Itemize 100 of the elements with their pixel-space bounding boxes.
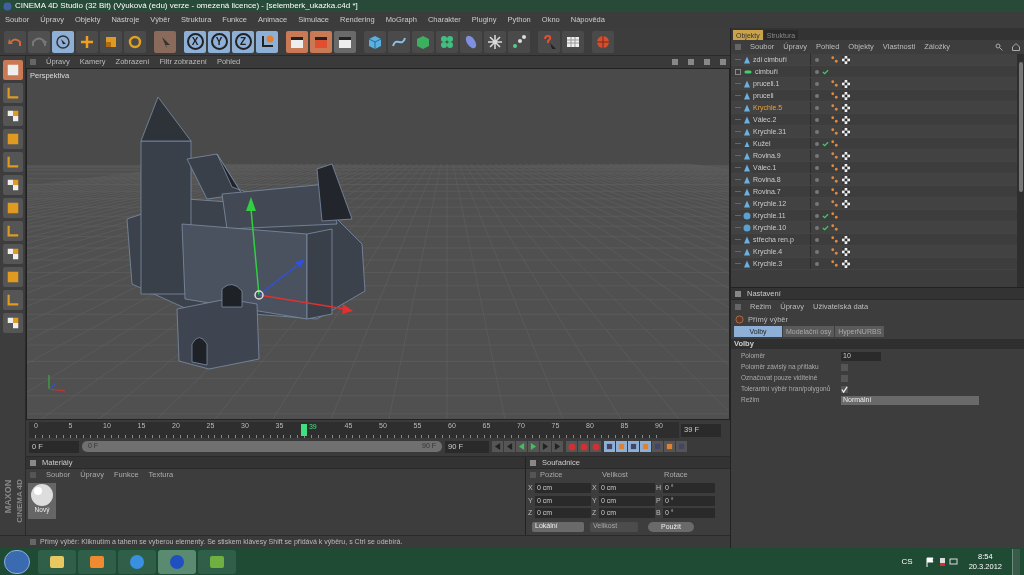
play-button[interactable] [528, 441, 539, 452]
network-icon [948, 556, 959, 567]
live-select-button[interactable] [154, 30, 176, 53]
particles-button[interactable] [484, 30, 506, 53]
panel-handle-icon [530, 459, 536, 466]
point-mode-button[interactable] [2, 152, 23, 172]
world-axis-icon [48, 374, 66, 392]
previous-frame-icon [506, 443, 513, 450]
axis-lock-button[interactable]: X [184, 30, 206, 53]
rotate-tool-button[interactable] [124, 30, 146, 53]
edge-mode-button[interactable] [2, 175, 23, 195]
workplane-button[interactable] [2, 244, 23, 264]
burst-icon [487, 33, 503, 50]
deformer-button[interactable] [460, 30, 482, 53]
lock-button[interactable] [2, 290, 23, 310]
taskbar-app-button[interactable] [78, 549, 116, 574]
texture-mode-button[interactable] [2, 106, 23, 126]
select-tool-button[interactable] [52, 30, 74, 53]
dots-icon [511, 33, 527, 50]
sphere-icon [30, 483, 54, 507]
object-mode-button[interactable] [2, 83, 23, 103]
sphere-icon [169, 553, 185, 570]
taskbar-app-button[interactable] [198, 549, 236, 574]
key-filter-button[interactable] [664, 441, 675, 452]
browser-icon [129, 553, 145, 570]
panel-handle-icon [735, 290, 741, 297]
axis-lock-button[interactable]: Z [232, 30, 254, 53]
status-icon [30, 539, 36, 545]
axis-mode-button[interactable] [2, 129, 23, 149]
menu-handle-icon [530, 472, 536, 478]
redo-button[interactable] [28, 30, 50, 53]
checkbox[interactable] [841, 374, 848, 382]
menu-handle-icon [735, 303, 741, 310]
scale-tool-button[interactable] [100, 30, 122, 53]
menu-handle-icon [30, 472, 36, 478]
polygon-object-icon [743, 55, 751, 64]
cluster-icon [439, 33, 455, 50]
play-backward-button[interactable] [516, 441, 527, 452]
taskbar-app-button[interactable] [118, 549, 156, 574]
checkbox[interactable] [841, 363, 848, 371]
nurbs-button[interactable] [412, 30, 434, 53]
home-icon [1012, 43, 1020, 51]
checker-button[interactable] [2, 267, 23, 287]
media-player-icon [89, 553, 105, 570]
menu-handle-icon [30, 59, 36, 65]
last-frame-icon [554, 443, 561, 450]
brush-button[interactable] [2, 313, 23, 333]
first-frame-icon [494, 443, 501, 450]
torrent-icon [209, 553, 225, 570]
taskbar-app-button[interactable] [38, 549, 76, 574]
undo-button[interactable] [4, 30, 26, 53]
sphere-button[interactable] [592, 30, 614, 53]
search-icon [995, 43, 1003, 51]
app-logo-icon [3, 1, 12, 11]
brand-text: MAXON [3, 479, 13, 514]
render-settings-button[interactable] [334, 30, 356, 53]
question-cursor-icon [541, 33, 557, 50]
key-filter-button[interactable] [604, 441, 615, 452]
window-title: CINEMA 4D Studio (32 Bit) (Výuková (edu) verze - omezená licence) - [selemberk_ukazka.c4d *] [15, 2, 358, 10]
polygon-mode-button[interactable] [2, 198, 23, 218]
menu-handle-icon [735, 44, 741, 50]
show-desktop-button[interactable] [1012, 548, 1020, 575]
capsule-icon [463, 33, 479, 50]
render-view-button[interactable] [286, 30, 308, 53]
next-frame-button[interactable] [540, 441, 551, 452]
last-frame-button[interactable] [552, 441, 563, 452]
axis-icon [259, 33, 275, 50]
expand-toggle[interactable] [735, 68, 741, 75]
rotate-icon [127, 33, 143, 50]
first-frame-button[interactable] [492, 441, 503, 452]
environment-button[interactable] [508, 30, 530, 53]
model-mode-button[interactable] [2, 60, 23, 80]
render-picture-button[interactable] [310, 30, 332, 53]
axis-lock-button[interactable]: Y [208, 30, 230, 53]
folder-icon [49, 553, 65, 570]
previous-frame-button[interactable] [504, 441, 515, 452]
key-filter-button[interactable] [628, 441, 639, 452]
coordinate-system-button[interactable] [256, 30, 278, 53]
flag-icon [924, 556, 935, 567]
grid-mode-button[interactable] [2, 221, 23, 241]
start-button[interactable] [4, 549, 30, 574]
cube-button[interactable] [364, 30, 386, 53]
tool-icon [735, 315, 744, 324]
play-icon [530, 443, 537, 450]
checkbox[interactable] [841, 385, 848, 393]
scrollbar[interactable] [1017, 54, 1024, 287]
cursor-icon [55, 33, 71, 50]
table-button[interactable] [562, 30, 584, 53]
sphere-icon [595, 33, 611, 50]
next-frame-icon [542, 443, 549, 450]
move-icon [79, 33, 95, 50]
array-button[interactable] [436, 30, 458, 53]
play-backward-icon [518, 443, 525, 450]
brand-text: CINEMA 4D [15, 479, 24, 523]
spline-button[interactable] [388, 30, 410, 53]
panel-handle-icon [30, 459, 36, 466]
taskbar-app-button[interactable] [158, 549, 196, 574]
language-indicator[interactable]: CS [901, 555, 913, 568]
move-tool-button[interactable] [76, 30, 98, 53]
timeline-playhead[interactable] [300, 424, 307, 436]
